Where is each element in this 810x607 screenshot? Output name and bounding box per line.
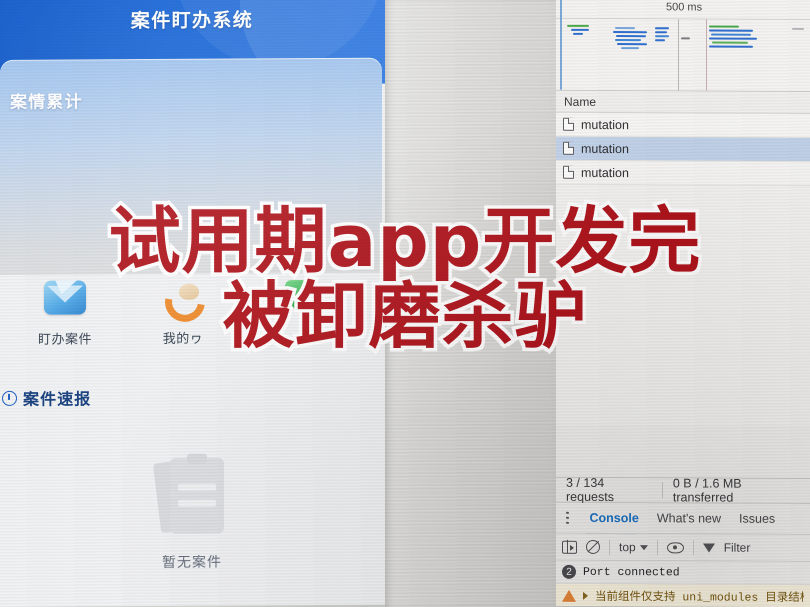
tab-issues[interactable]: Issues: [738, 506, 776, 532]
table-row[interactable]: mutation: [556, 160, 810, 186]
shortcut-icon-row: 盯办案件 我的ヮ: [0, 270, 392, 348]
empty-state-text: 暂无案件: [162, 553, 222, 570]
sidebar-toggle-icon[interactable]: [562, 540, 577, 554]
summary-requests: 3 / 134 requests: [566, 475, 614, 505]
shortcut-supervise-cases[interactable]: 盯办案件: [6, 271, 124, 348]
chevron-down-icon: [639, 544, 648, 550]
table-row[interactable]: mutation: [556, 112, 810, 138]
clock-icon: [2, 390, 17, 406]
more-options-icon[interactable]: [562, 511, 573, 525]
column-header-name: Name: [564, 94, 597, 109]
toolbar-divider: [692, 539, 694, 555]
console-message-text: 当前组件仅支持 uni_modules 目录结构: [595, 590, 804, 605]
request-name: mutation: [581, 141, 629, 156]
phone-handset-icon: [124, 270, 242, 323]
console-toolbar: top Filter: [556, 533, 810, 562]
envelope-icon: [6, 271, 124, 324]
timeline-divider-2: [706, 19, 707, 91]
devtools-pane: 500 ms Name mutation mutation mutation 3…: [556, 0, 810, 607]
tab-console[interactable]: Console: [589, 505, 640, 531]
table-row[interactable]: mutation: [556, 136, 810, 162]
case-bulletin-section-header: 案件速报: [2, 385, 91, 410]
live-expression-icon[interactable]: [666, 541, 684, 553]
warning-triangle-icon: [562, 589, 576, 602]
request-bar-cluster-3: [655, 27, 671, 43]
clear-console-icon[interactable]: [586, 539, 600, 554]
desktop-background-gap: [385, 0, 560, 607]
request-bar-cluster-1: [567, 24, 593, 37]
document-icon: [563, 141, 574, 155]
timeline-time-label: 500 ms: [666, 1, 703, 14]
console-message-info[interactable]: 2 Port connected: [556, 560, 810, 585]
execution-context-selector[interactable]: top: [619, 540, 648, 554]
toolbar-divider: [609, 539, 610, 555]
expand-arrow-icon[interactable]: [583, 591, 588, 600]
request-bar-cluster-4: [681, 37, 691, 41]
filter-input-placeholder[interactable]: Filter: [724, 541, 751, 555]
shortcut-messages[interactable]: [242, 270, 360, 347]
console-message-text: Port connected: [583, 565, 680, 579]
document-icon: [563, 117, 574, 131]
message-repeat-badge: 2: [562, 564, 576, 579]
console-message-list[interactable]: 2 Port connected 当前组件仅支持 uni_modules 目录结…: [556, 560, 810, 607]
phone-simulator-pane: 案件盯办系统 案情累计 盯办案件 我的ヮ 案件速报 暂无案件: [0, 0, 392, 607]
request-name: mutation: [581, 117, 629, 132]
shortcut-label-1: 我的ヮ: [162, 330, 204, 346]
shortcut-label-0: 盯办案件: [37, 331, 92, 347]
chat-bubble-icon: [242, 270, 360, 323]
empty-state: 暂无案件: [0, 453, 392, 573]
clipboard-icon: [152, 453, 229, 538]
case-bulletin-title: 案件速报: [23, 391, 92, 409]
network-overview-timeline[interactable]: 500 ms: [556, 0, 810, 92]
photographed-screen: 案件盯办系统 案情累计 盯办案件 我的ヮ 案件速报 暂无案件 500 ms Na…: [0, 0, 810, 607]
execution-context-label: top: [619, 540, 636, 555]
toolbar-divider: [656, 539, 658, 555]
shortcut-my-items[interactable]: 我的ヮ: [124, 270, 242, 347]
tab-whats-new[interactable]: What's new: [656, 505, 722, 531]
network-table-header[interactable]: Name: [556, 90, 810, 114]
app-title: 案件盯办系统: [130, 10, 254, 33]
timeline-left-handle[interactable]: [560, 0, 562, 90]
drawer-tab-bar: Console What's new Issues: [556, 502, 810, 535]
network-table-empty-area: [556, 184, 810, 426]
case-statistics-title: 案情累计: [10, 92, 83, 112]
request-name: mutation: [581, 165, 629, 180]
timeline-divider-1: [678, 19, 679, 91]
request-bar-cluster-6: [792, 27, 806, 32]
console-message-warning[interactable]: 当前组件仅支持 uni_modules 目录结构: [556, 583, 810, 607]
network-summary-bar: 3 / 134 requests 0 B / 1.6 MB transferre…: [556, 475, 810, 505]
document-icon: [563, 165, 574, 179]
shortcut-label-2: [242, 327, 360, 328]
case-statistics-card[interactable]: 案情累计: [0, 57, 382, 275]
summary-transferred: 0 B / 1.6 MB transferred: [672, 476, 742, 505]
filter-funnel-icon[interactable]: [702, 542, 715, 553]
request-bar-cluster-5: [709, 25, 777, 50]
